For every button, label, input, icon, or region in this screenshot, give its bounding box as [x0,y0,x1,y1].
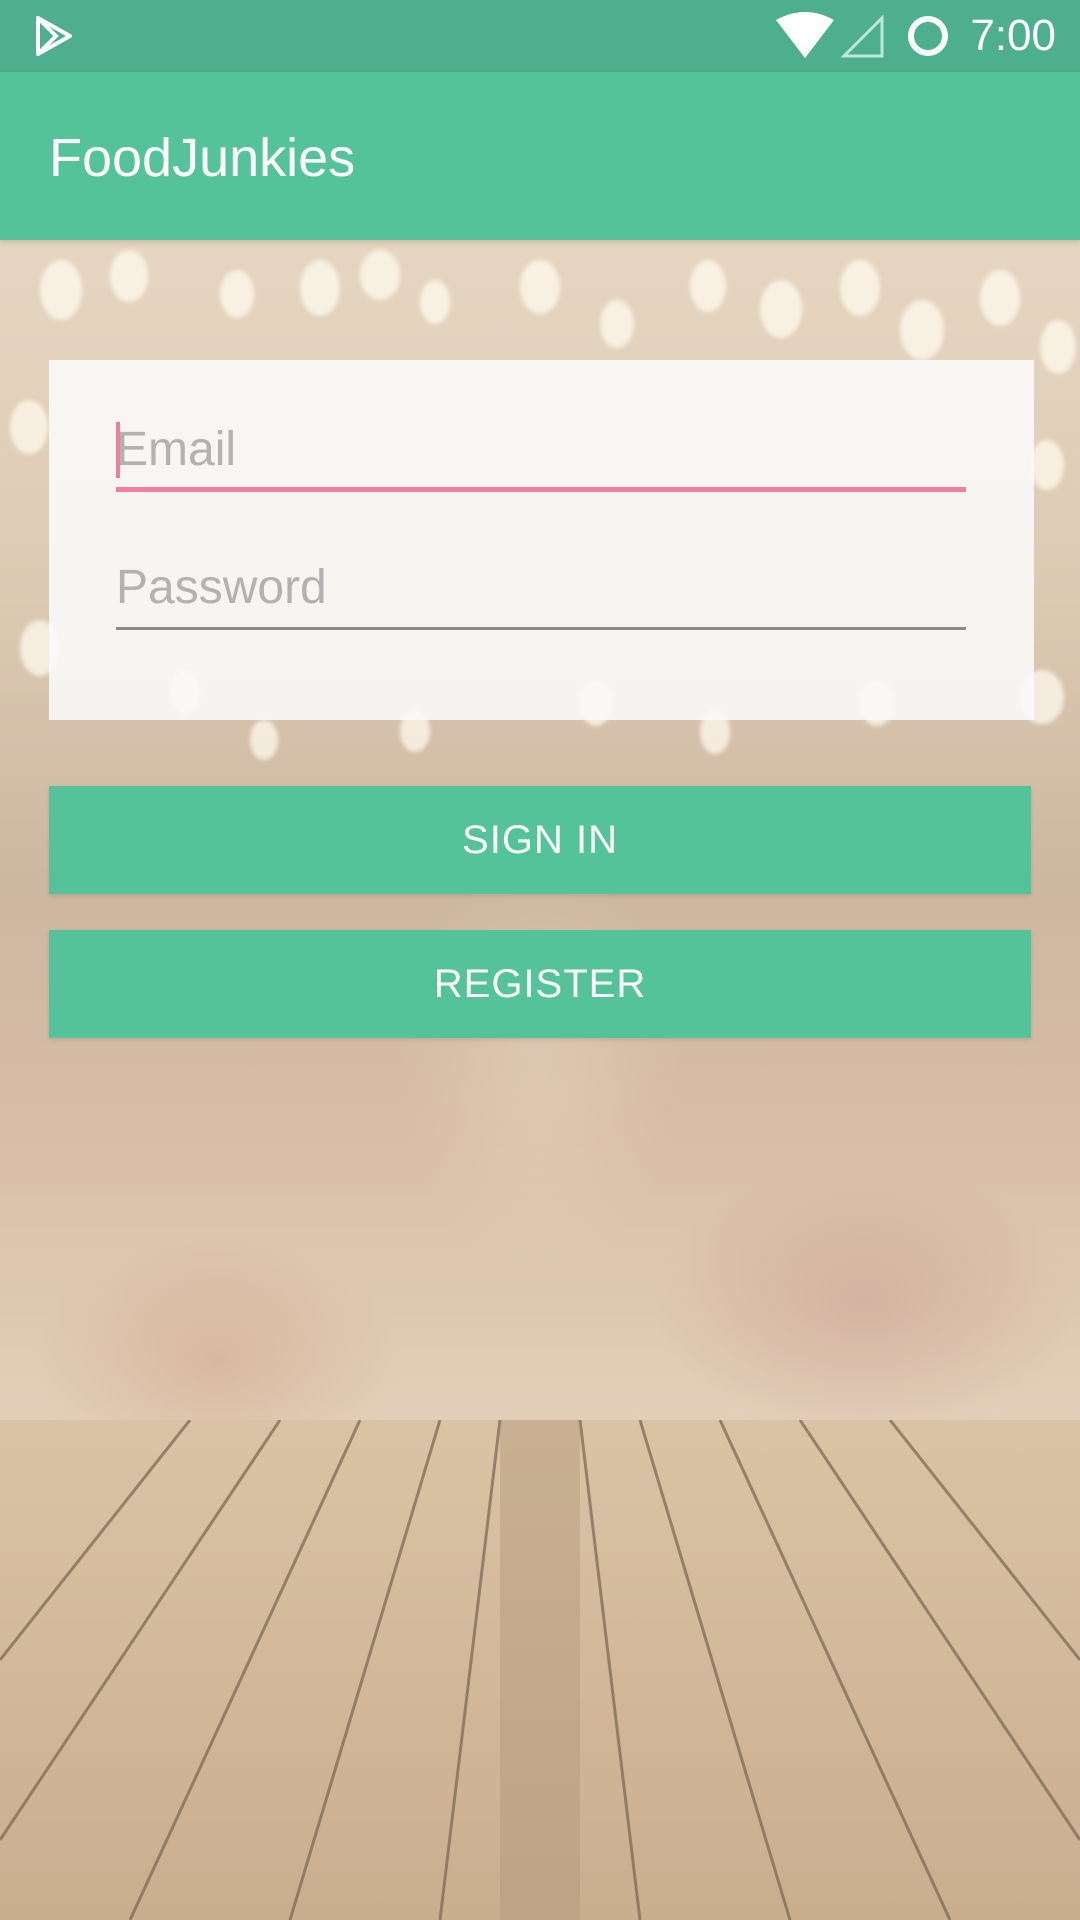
background-wood-floor [0,1420,1080,1920]
status-time: 7:00 [970,11,1056,60]
cell-signal-icon [840,14,884,58]
email-input[interactable] [116,412,966,486]
wifi-icon [776,12,834,58]
text-cursor [116,422,120,478]
status-bar: 7:00 [0,0,1080,72]
battery-icon [908,16,948,56]
email-field[interactable] [116,412,966,492]
play-store-icon [36,16,72,56]
password-field[interactable] [116,550,966,630]
login-card [49,360,1034,720]
register-button[interactable]: REGISTER [49,930,1031,1038]
email-underline [116,487,966,492]
app-bar: FoodJunkies [0,72,1080,240]
sign-in-button[interactable]: SIGN IN [49,786,1031,894]
password-input[interactable] [116,550,966,624]
app-title: FoodJunkies [49,128,356,188]
login-screen: 7:00 FoodJunkies Email SIGN IN REGISTER [0,0,1080,1920]
password-underline [116,627,966,630]
